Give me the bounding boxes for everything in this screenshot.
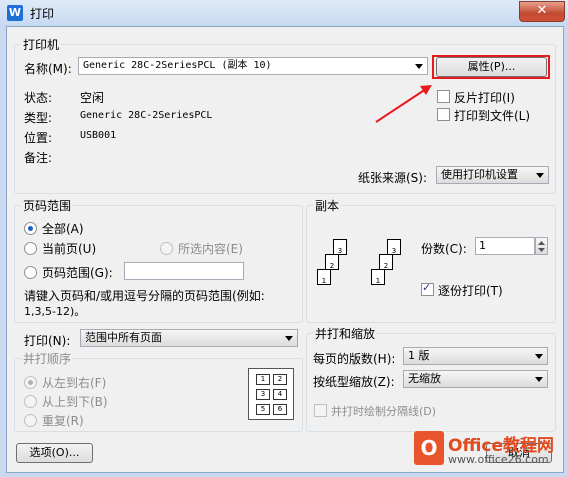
printer-group-title: 打印机 [23,38,60,52]
paper-source-select[interactable]: 使用打印机设置 [436,166,549,184]
selection-radio[interactable] [160,242,173,255]
top-to-bottom-radio[interactable] [24,395,37,408]
status-label: 状态: [24,91,53,105]
collate-page-icon: 1 [371,269,385,285]
collate-page-icon: 2 [325,254,339,270]
left-to-right-radio[interactable] [24,376,37,389]
wps-app-icon: W [7,5,23,21]
repeat-label: 重复(R) [42,414,84,428]
pages-per-sheet-value: 1 版 [408,349,430,362]
collate-label: 逐份打印(T) [438,284,503,298]
scale-value: 无缩放 [408,372,441,385]
options-button[interactable]: 选项(O)... [16,443,93,463]
current-page-label: 当前页(U) [42,242,97,256]
comment-label: 备注: [24,151,53,165]
print-order-title: 并打顺序 [23,352,72,366]
pages-per-sheet-select[interactable]: 1 版 [403,347,548,365]
print-order-preview: 1 2 3 4 5 6 [248,368,294,420]
draw-borders-label: 并打时绘制分隔线(D) [331,405,437,418]
chevron-down-icon [415,64,423,69]
office-logo-icon: O [414,431,444,465]
current-page-radio[interactable] [24,242,37,255]
location-label: 位置: [24,131,53,145]
copies-count-input[interactable]: 1 [475,237,535,255]
print-to-file-checkbox[interactable] [437,108,450,121]
collate-page-icon: 1 [317,269,331,285]
order-cell: 4 [273,389,287,400]
close-button[interactable]: ✕ [519,1,565,22]
print-to-file-label: 打印到文件(L) [454,109,531,123]
type-label: 类型: [24,111,53,125]
status-value: 空闲 [80,91,105,105]
selection-label: 所选内容(E) [178,242,243,256]
location-value: USB001 [80,130,117,141]
collate-page-icon: 2 [379,254,393,270]
printer-name-value: Generic 28C-2SeriesPCL (副本 10) [83,60,272,71]
pages-per-sheet-label: 每页的版数(H): [313,352,396,366]
all-pages-radio[interactable] [24,222,37,235]
page-range-input[interactable] [124,262,244,280]
print-what-select[interactable]: 范围中所有页面 [80,329,298,347]
order-cell: 5 [256,404,270,415]
collate-page-icon: 3 [387,239,401,255]
all-pages-label: 全部(A) [42,222,84,236]
collate-page-icon: 3 [333,239,347,255]
zoom-title: 并打和缩放 [315,327,376,341]
printer-name-select[interactable]: Generic 28C-2SeriesPCL (副本 10) [78,57,428,75]
paper-source-value: 使用打印机设置 [441,168,518,181]
repeat-radio[interactable] [24,414,37,427]
chevron-down-icon [536,173,544,178]
page-range-label: 页码范围(G): [42,266,113,280]
print-what-value: 范围中所有页面 [85,331,162,344]
draw-borders-checkbox[interactable] [314,404,327,417]
annotation-arrow-icon [375,85,432,123]
printer-name-label: 名称(M): [24,62,72,76]
page-range-title: 页码范围 [23,199,72,213]
collate-checkbox[interactable] [421,281,434,296]
type-value: Generic 28C-2SeriesPCL [80,110,213,121]
copies-group: 副本 [306,197,556,323]
page-range-hint-example: 1,3,5-12)。 [24,305,86,318]
order-cell: 3 [256,389,270,400]
page-range-radio[interactable] [24,266,37,279]
scale-label: 按纸型缩放(Z): [313,375,395,389]
print-what-label: 打印(N): [24,334,71,348]
window-title: 打印 [30,7,55,21]
scale-select[interactable]: 无缩放 [403,370,548,388]
spinner-arrows-icon [538,241,545,252]
top-to-bottom-label: 从上到下(B) [42,395,108,409]
watermark-url: www.office26.com [448,453,549,466]
site-watermark: O Office教程网 www.office26.com [404,425,566,477]
copies-spinner[interactable] [535,237,548,255]
paper-source-label: 纸张来源(S): [358,171,428,185]
order-cell: 1 [256,374,270,385]
highlight-box [432,55,550,79]
copies-title: 副本 [315,199,340,213]
reverse-print-checkbox[interactable] [437,90,450,103]
chevron-down-icon [535,354,543,359]
copies-count-label: 份数(C): [421,242,467,256]
order-cell: 2 [273,374,287,385]
chevron-down-icon [535,377,543,382]
title-bar [0,0,568,26]
left-to-right-label: 从左到右(F) [42,376,107,390]
order-cell: 6 [273,404,287,415]
page-range-hint: 请键入页码和/或用逗号分隔的页码范围(例如: [24,289,265,303]
reverse-print-label: 反片打印(I) [454,91,515,105]
chevron-down-icon [285,336,293,341]
